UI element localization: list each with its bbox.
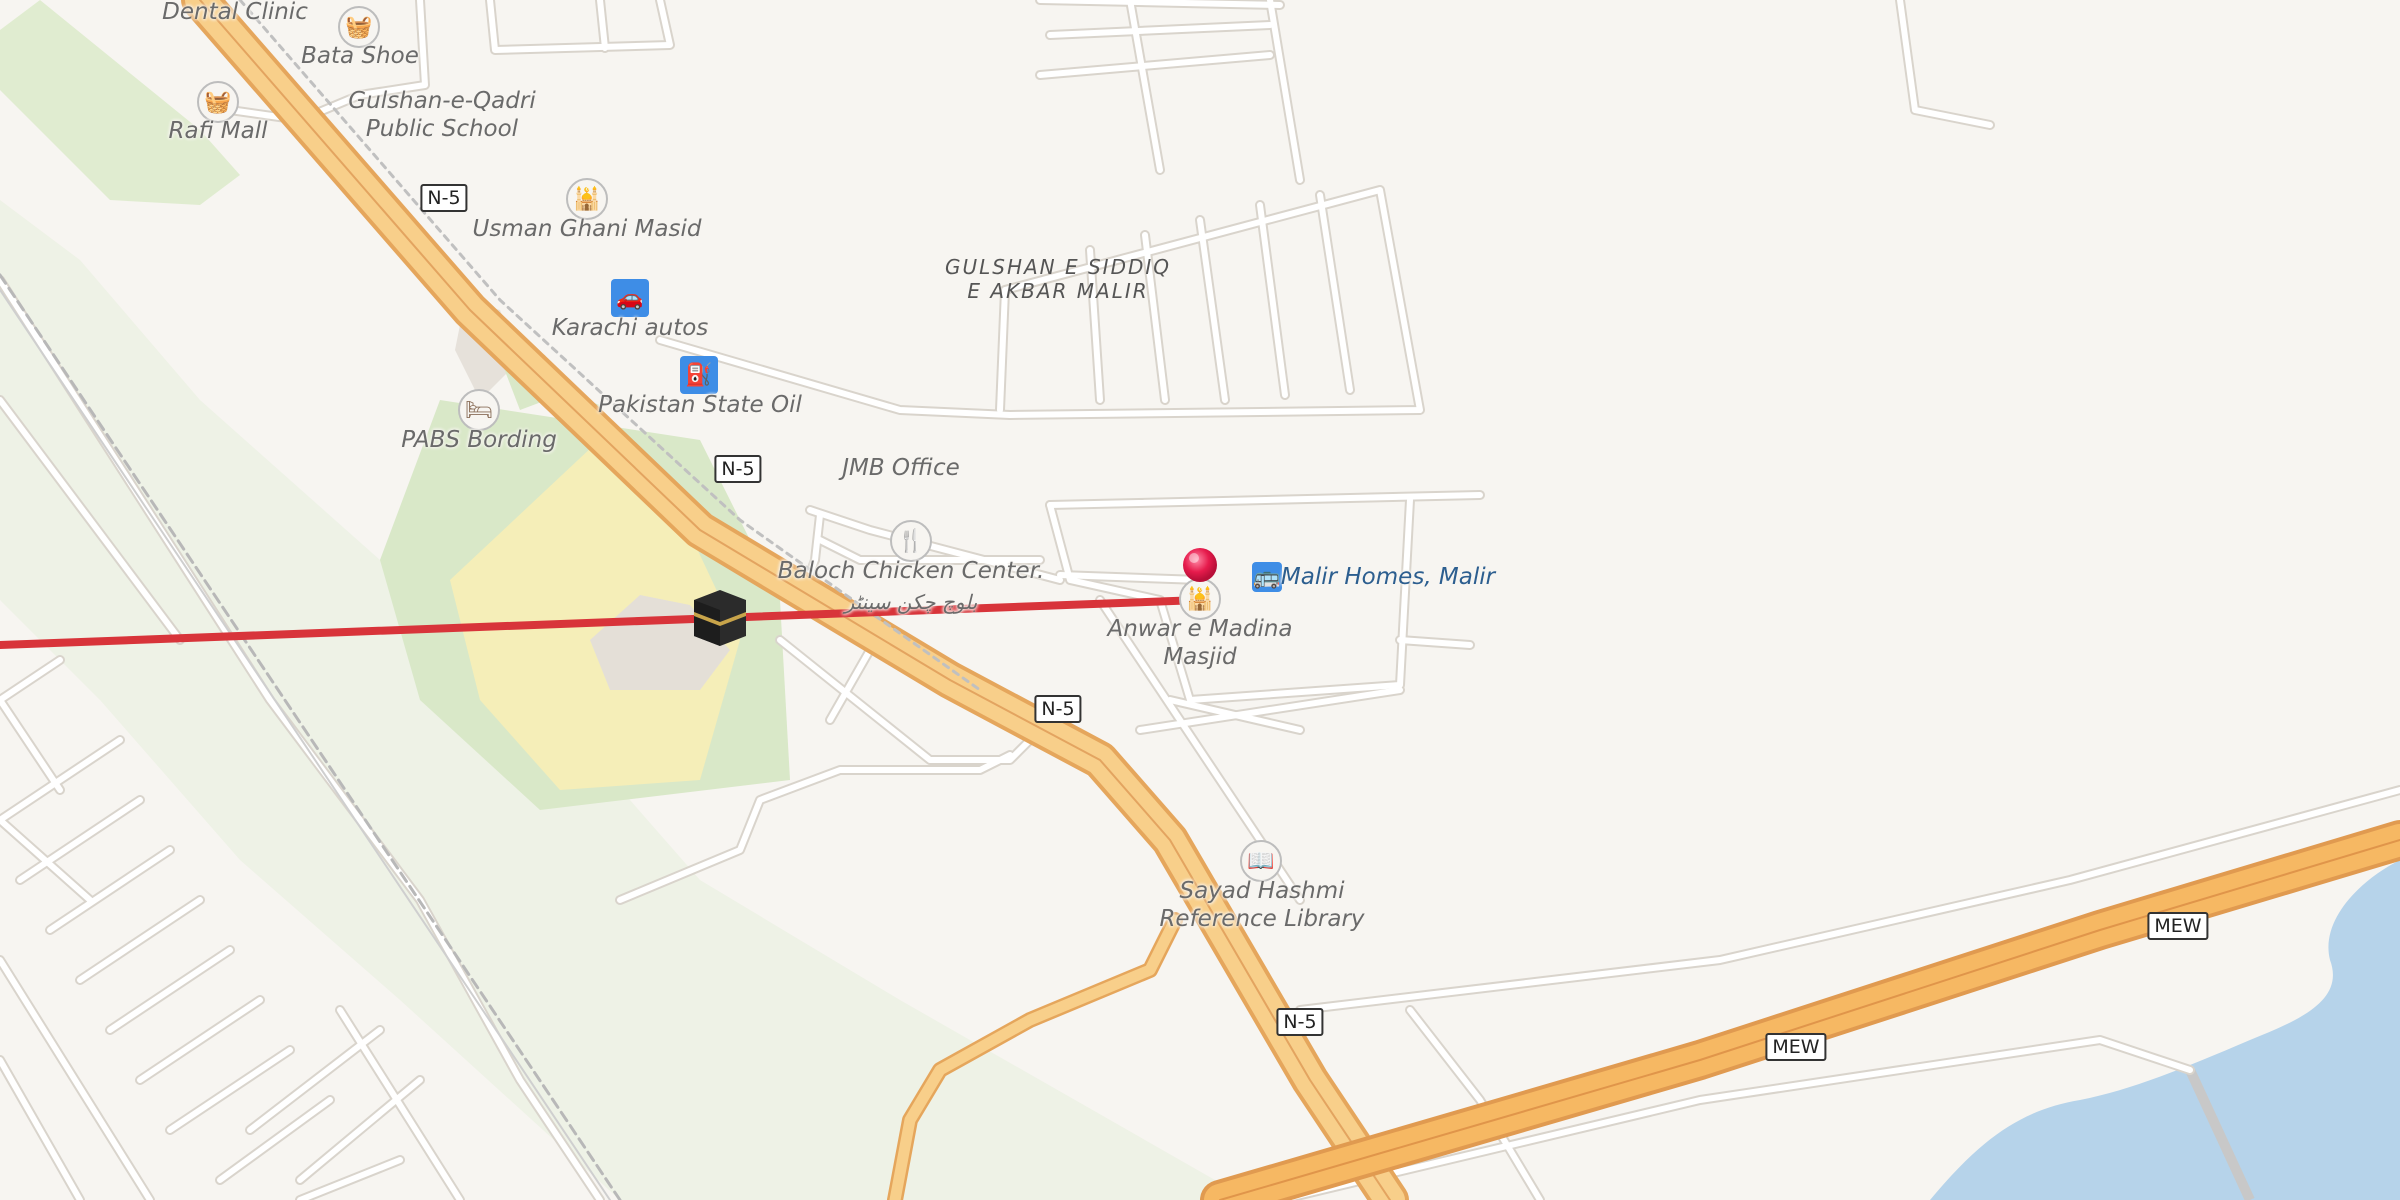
road-shield-mew: MEW — [1765, 1033, 1827, 1061]
poi-label-karachi-autos[interactable]: Karachi autos — [552, 314, 709, 342]
road-shield-n5: N-5 — [1276, 1008, 1324, 1036]
book-icon[interactable]: 📖 — [1240, 840, 1282, 882]
poi-label-baloch-chicken-urdu: بلوچ چکن سینٹر — [844, 590, 978, 614]
road-shield-n5: N-5 — [1034, 695, 1082, 723]
map-pin-icon[interactable] — [1180, 545, 1220, 585]
map-canvas[interactable]: GULSHAN E SIDDIQ E AKBAR MALIR 🧺 🧺 🕌 🚗 ⛽… — [0, 0, 2400, 1200]
area-label-line: E AKBAR MALIR — [967, 279, 1149, 303]
road-shield-mew: MEW — [2147, 912, 2209, 940]
poi-label-anwar-madina[interactable]: Anwar e Madina Masjid — [1107, 615, 1292, 671]
road-shield-n5: N-5 — [420, 184, 468, 212]
fuel-icon[interactable]: ⛽ — [680, 356, 718, 394]
poi-label-line: Reference Library — [1159, 906, 1365, 932]
poi-label-jmb-office[interactable]: JMB Office — [842, 454, 960, 482]
poi-label-dental-clinic[interactable]: Dental Clinic — [162, 0, 308, 26]
poi-label-line: Public School — [365, 116, 519, 142]
poi-label-line: Masjid — [1163, 644, 1237, 670]
fork-knife-icon[interactable]: 🍴 — [890, 520, 932, 562]
poi-label-gulshan-qadri-school[interactable]: Gulshan-e-Qadri Public School — [348, 87, 535, 143]
poi-label-rafi-mall[interactable]: Rafi Mall — [169, 117, 268, 145]
poi-label-usman-ghani[interactable]: Usman Ghani Masid — [473, 215, 702, 243]
area-label-gulshan-siddiq: GULSHAN E SIDDIQ E AKBAR MALIR — [945, 255, 1171, 303]
poi-label-baloch-chicken[interactable]: Baloch Chicken Center. — [778, 557, 1045, 585]
poi-label-line: Anwar e Madina — [1107, 616, 1293, 642]
mosque-icon[interactable]: 🕌 — [566, 178, 608, 220]
area-label-line: GULSHAN E SIDDIQ — [944, 255, 1172, 279]
road-shield-n5: N-5 — [714, 455, 762, 483]
poi-label-pabs[interactable]: PABS Bording — [401, 426, 557, 454]
poi-label-sayad-hashmi[interactable]: Sayad Hashmi Reference Library — [1159, 877, 1364, 933]
poi-label-line: Sayad Hashmi — [1179, 878, 1345, 904]
kaaba-icon — [694, 590, 746, 646]
bus-stop-icon[interactable]: 🚌 — [1252, 562, 1282, 592]
poi-label-malir-homes[interactable]: Malir Homes, Malir — [1281, 563, 1495, 591]
car-icon[interactable]: 🚗 — [611, 279, 649, 317]
poi-label-pso[interactable]: Pakistan State Oil — [598, 391, 802, 419]
poi-label-line: Gulshan-e-Qadri — [348, 88, 536, 114]
bed-icon[interactable]: 🛏 — [458, 389, 500, 431]
poi-label-bata-shoe[interactable]: Bata Shoe — [301, 42, 419, 70]
